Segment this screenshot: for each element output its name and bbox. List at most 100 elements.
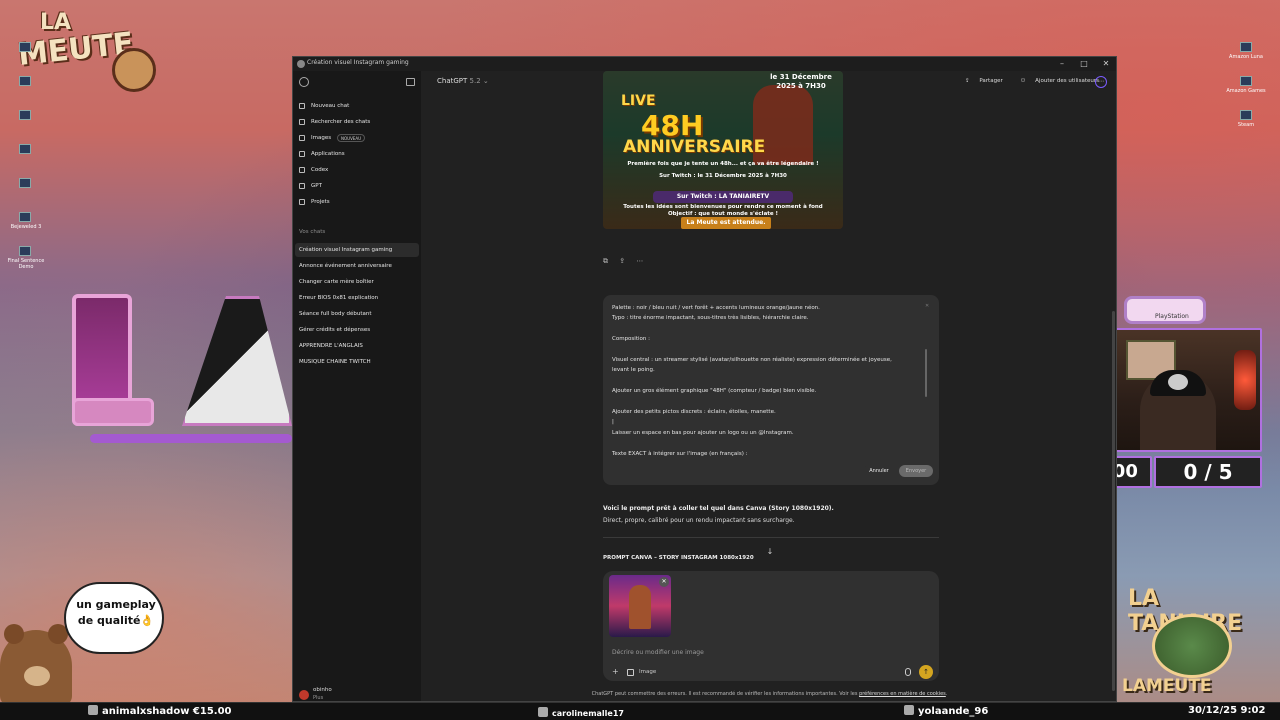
decor-letter-l-foot xyxy=(72,398,154,426)
message-line: Texte EXACT à intégrer sur l'image (en f… xyxy=(612,451,748,457)
sidebar: Nouveau chat Rechercher des chats Images… xyxy=(293,71,421,701)
plus-icon[interactable]: + xyxy=(612,667,619,676)
poster-line: Sur Twitch : le 31 Décembre 2025 à 7H30 xyxy=(659,173,787,179)
desktop-icon[interactable] xyxy=(6,108,46,142)
desktop-icon-steam[interactable]: Steam xyxy=(1222,108,1262,142)
app-icon xyxy=(297,60,305,68)
message-line: Ajouter un gros élément graphique "48H" … xyxy=(612,388,817,394)
app-icon xyxy=(1240,76,1252,86)
thumbnail-character xyxy=(629,585,651,629)
more-icon[interactable]: ⋯ xyxy=(636,257,643,265)
send-button[interactable]: ↑ xyxy=(919,665,933,679)
desktop-icon[interactable] xyxy=(6,74,46,108)
sub-text: yolaande_96 xyxy=(918,706,989,717)
image-icon[interactable] xyxy=(627,669,634,676)
share-button[interactable]: ⇪ Partager xyxy=(965,78,1011,84)
openai-logo-icon[interactable] xyxy=(299,77,309,87)
poster-line: Première fois que je tente un 48h... et … xyxy=(627,161,819,167)
chat-item[interactable]: Séance full body débutant xyxy=(295,307,419,321)
follow-icon xyxy=(538,707,548,717)
more-options-icon[interactable]: ⋯ xyxy=(1095,76,1107,88)
desktop-icon-final-sentence[interactable]: Final Sentence Demo xyxy=(6,244,46,278)
brand-logo-line-1: LA xyxy=(40,10,72,35)
close-icon[interactable]: ✕ xyxy=(925,303,929,309)
message-actions: ⧉ ⇪ ⋯ xyxy=(603,257,652,267)
generated-poster-image[interactable]: le 31 Décembre 2025 à 7H30 LIVE 48H ANNI… xyxy=(603,71,843,229)
chat-item[interactable]: Changer carte mère boîtier xyxy=(295,275,419,289)
chevron-down-icon: ⌄ xyxy=(482,77,489,85)
share-icon[interactable]: ⇪ xyxy=(619,257,625,265)
sidebar-item-applications[interactable]: Applications xyxy=(297,147,417,161)
chat-main: ChatGPT 5.2 ⌄ ⇪ Partager ⚇ Ajouter des u… xyxy=(421,71,1116,701)
desktop-icon[interactable] xyxy=(6,142,46,176)
desktop-icon[interactable] xyxy=(6,176,46,210)
scroll-down-icon[interactable]: ↓ xyxy=(764,547,776,559)
app-icon xyxy=(1240,110,1252,120)
message-line: Palette : noir / bleu nuit / vert forêt … xyxy=(612,305,820,311)
close-button[interactable]: ✕ xyxy=(1100,58,1112,70)
copy-icon[interactable]: ⧉ xyxy=(603,257,608,265)
message-line: Visuel central : un streamer stylisé (av… xyxy=(612,357,892,363)
code-icon xyxy=(299,167,305,173)
app-icon xyxy=(19,212,31,222)
sidebar-item-codex[interactable]: Codex xyxy=(297,163,417,177)
message-line: levant le poing. xyxy=(612,367,655,373)
donation-alert: animalxshadow €15.00 xyxy=(88,705,232,717)
chat-item[interactable]: Annonce événement anniversaire xyxy=(295,259,419,273)
send-edit-button[interactable]: Envoyer xyxy=(899,465,933,477)
edit-message-box[interactable]: ✕ Palette : noir / bleu nuit / vert forê… xyxy=(603,295,939,485)
poster-date: le 31 Décembre 2025 à 7H30 xyxy=(770,73,832,90)
chats-section-label: Vos chats xyxy=(299,229,326,235)
donation-text: animalxshadow €15.00 xyxy=(102,706,232,717)
chat-item[interactable]: APPRENDRE L'ANGLAIS xyxy=(295,339,419,353)
bear-snout xyxy=(24,666,50,686)
sidebar-item-label: Codex xyxy=(311,167,329,173)
chat-item-active[interactable]: Création visuel Instagram gaming xyxy=(295,243,419,257)
playstation-label: PlayStation xyxy=(1155,313,1189,320)
sidebar-item-new-chat[interactable]: Nouveau chat xyxy=(297,99,417,113)
user-profile[interactable]: obinho Plus xyxy=(297,687,417,701)
desktop-icon-label: Final Sentence Demo xyxy=(7,258,45,270)
poster-meute: La Meute est attendue. xyxy=(681,217,771,229)
message-line: Ajouter des petits pictos discrets : écl… xyxy=(612,409,776,415)
sub-icon xyxy=(904,705,914,715)
desktop-icon-bejeweled[interactable]: Bejeweled 3 xyxy=(6,210,46,244)
chat-item[interactable]: Erreur BIOS 0x81 explication xyxy=(295,291,419,305)
new-badge: NOUVEAU xyxy=(337,134,365,142)
chat-item[interactable]: MUSIQUE CHAINE TWITCH xyxy=(295,355,419,369)
minimize-button[interactable]: – xyxy=(1056,58,1068,70)
model-selector[interactable]: ChatGPT 5.2 ⌄ xyxy=(437,77,489,85)
follow-alert: carolinemalle17 xyxy=(538,707,624,718)
add-users-button[interactable]: ⚇ Ajouter des utilisateurs xyxy=(1020,78,1106,84)
scrollbar[interactable] xyxy=(925,349,927,397)
remove-attachment-icon[interactable]: ✕ xyxy=(659,577,669,587)
sidebar-item-images[interactable]: Images NOUVEAU xyxy=(297,131,417,145)
answer-heading: PROMPT CANVA – STORY INSTAGRAM 1080x1920 xyxy=(603,555,754,561)
sub-goal-counter: 0 / 5 xyxy=(1154,456,1262,488)
model-name: ChatGPT xyxy=(437,77,468,85)
app-icon xyxy=(19,42,31,52)
desktop-icon[interactable] xyxy=(6,40,46,74)
sidebar-item-projects[interactable]: Projets xyxy=(297,195,417,209)
message-line: Typo : titre énorme impactant, sous-titr… xyxy=(612,315,809,321)
scrollbar[interactable] xyxy=(1112,311,1115,691)
disclaimer: ChatGPT peut commettre des erreurs. Il e… xyxy=(591,691,948,697)
bear-ear xyxy=(4,624,24,644)
cookie-preferences-link[interactable]: préférences en matière de cookies xyxy=(859,691,946,697)
maximize-button[interactable]: □ xyxy=(1078,58,1090,70)
cancel-button[interactable]: Annuler xyxy=(863,465,895,477)
image-tool-label[interactable]: Image xyxy=(639,669,656,675)
sidebar-item-search[interactable]: Rechercher des chats xyxy=(297,115,417,129)
desktop-icon-amazon-games[interactable]: Amazon Games xyxy=(1222,74,1266,108)
sidebar-item-gpt[interactable]: GPT xyxy=(297,179,417,193)
sidebar-toggle-icon[interactable] xyxy=(406,78,415,86)
prompt-input[interactable]: Décrire ou modifier une image xyxy=(612,649,704,656)
app-icon xyxy=(19,246,31,256)
chat-item[interactable]: Gérer crédits et dépenses xyxy=(295,323,419,337)
desktop-icon-label: Bejeweled 3 xyxy=(10,224,42,230)
desktop-icon-amazon-luna[interactable]: Amazon Luna xyxy=(1222,40,1263,74)
playstation-logo: PlayStation xyxy=(1124,296,1206,324)
microphone-icon[interactable] xyxy=(905,668,911,676)
answer-line: Voici le prompt prêt à coller tel quel d… xyxy=(603,505,834,512)
poster-twitch: Sur Twitch : LA TANIAIRETV xyxy=(653,191,793,203)
